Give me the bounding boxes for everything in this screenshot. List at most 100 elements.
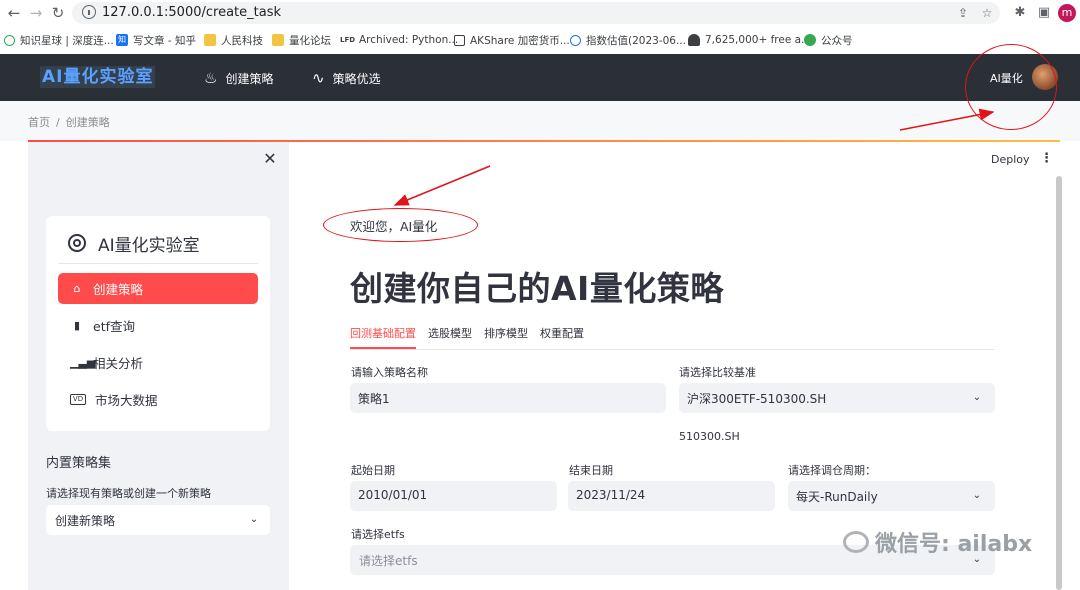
watermark-text: 微信号: ailabx <box>875 526 1032 558</box>
index-icon <box>570 35 581 46</box>
strategy-name-value: 策略1 <box>358 390 390 407</box>
more-options-icon[interactable]: ⋮ <box>1040 152 1048 165</box>
app-header: AI量化实验室 ♨ 创建策略 ∿ 策略优选 AI量化 <box>0 54 1080 101</box>
bookmark-label: AKShare 加密货币... <box>470 33 570 48</box>
benchmark-caption: 510300.SH <box>679 430 740 443</box>
tab-backtest-basic[interactable]: 回测基础配置 <box>350 325 416 341</box>
sidebar-item-market-data[interactable]: VD 市场大数据 <box>58 384 258 415</box>
rebalance-period-select[interactable]: 每天-RunDaily ⌄ <box>788 481 995 511</box>
book-icon: ▮ <box>70 319 84 332</box>
pulse-icon: ∿ <box>312 69 325 87</box>
zhihu-icon: 知 <box>116 34 128 46</box>
benchmark-select[interactable]: 沪深300ETF-510300.SH ⌄ <box>679 383 995 413</box>
bookmark-label: 知识星球 | 深度连... <box>20 33 114 48</box>
bookmark-item[interactable]: 知识星球 | 深度连... <box>4 31 114 49</box>
strategy-select[interactable]: 创建新策略 ⌄ <box>46 505 270 535</box>
bookmark-label: 量化论坛 <box>289 33 331 48</box>
folder-icon <box>204 34 216 46</box>
bookmark-item[interactable]: 量化论坛 <box>272 31 331 49</box>
breadcrumb-separator: / <box>56 116 60 129</box>
sidebar-item-create-strategy[interactable]: ⌂ 创建策略 <box>58 273 258 304</box>
strategy-select-value: 创建新策略 <box>55 512 115 529</box>
benchmark-value: 沪深300ETF-510300.SH <box>687 390 826 407</box>
akshare-icon <box>454 35 465 46</box>
bar-chart-icon: ▁▃▅ <box>70 356 84 369</box>
sidebar-item-label: 创建策略 <box>93 279 143 298</box>
start-date-input[interactable]: 2010/01/01 <box>350 481 557 511</box>
annotation-arrow-welcome <box>395 166 490 205</box>
nav-strategy-select[interactable]: ∿ 策略优选 <box>312 68 381 88</box>
strategy-select-label: 请选择现有策略或创建一个新策略 <box>46 485 211 501</box>
sidebar-item-etf-query[interactable]: ▮ etf查询 <box>58 310 258 341</box>
welcome-text: 欢迎您，AI量化 <box>350 216 437 235</box>
end-date-value: 2023/11/24 <box>576 488 645 502</box>
deploy-button[interactable]: Deploy <box>991 153 1030 166</box>
bookmark-label: 指数估值(2023-06... <box>586 33 686 48</box>
sidebar-menu-title: AI量化实验室 <box>68 232 200 254</box>
sidepanel-icon[interactable]: ▣ <box>1036 5 1052 21</box>
sidebar-item-correlation[interactable]: ▁▃▅ 相关分析 <box>58 347 258 378</box>
browser-address-bar: ← → ↻ 127.0.0.1:5000/create_task ⇪ ☆ ✱ ▣… <box>0 0 1080 26</box>
bookmark-label: 7,625,000+ free a... <box>705 34 811 46</box>
app-logo[interactable]: AI量化实验室 <box>40 66 155 88</box>
extensions-icon[interactable]: ✱ <box>1012 5 1028 21</box>
circle-green-icon <box>4 35 15 46</box>
benchmark-label: 请选择比较基准 <box>679 364 756 380</box>
url-field[interactable]: 127.0.0.1:5000/create_task ⇪ ☆ <box>72 2 1000 24</box>
bookmark-label: Archived: Python... <box>359 34 458 46</box>
sidebar-title-text: AI量化实验室 <box>98 231 200 256</box>
bookmark-label: 人民科技 <box>221 33 263 48</box>
page-title: 创建你自己的AI量化策略 <box>350 262 724 310</box>
reload-icon[interactable]: ↻ <box>48 3 68 23</box>
share-icon[interactable]: ⇪ <box>956 6 970 20</box>
bookmark-item[interactable]: 7,625,000+ free a... <box>688 31 811 49</box>
vd-icon: VD <box>70 394 86 405</box>
site-info-icon[interactable] <box>82 5 96 19</box>
rebalance-period-value: 每天-RunDaily <box>796 488 878 505</box>
nav-label: 策略优选 <box>333 70 381 87</box>
bookmark-item[interactable]: LFD Archived: Python... <box>340 31 458 49</box>
bookmark-label: 公众号 <box>821 33 853 48</box>
sidebar-item-label: 相关分析 <box>93 353 143 372</box>
target-icon <box>68 234 86 252</box>
bookmark-item[interactable]: 指数估值(2023-06... <box>570 31 686 49</box>
close-sidebar-icon[interactable]: ✕ <box>262 151 278 167</box>
wechat-icon <box>843 531 869 553</box>
breadcrumb-bar: 首页/创建策略 <box>0 101 1080 141</box>
bookmark-item[interactable]: 人民科技 <box>204 31 263 49</box>
strategy-name-label: 请输入策略名称 <box>351 364 428 380</box>
tab-sort-model[interactable]: 排序模型 <box>484 325 528 341</box>
active-tab-indicator <box>350 347 416 349</box>
profile-avatar[interactable]: m <box>1058 4 1076 22</box>
bookmark-item[interactable]: 知 写文章 - 知乎 <box>116 31 196 49</box>
back-icon[interactable]: ← <box>4 3 24 23</box>
bookmark-star-icon[interactable]: ☆ <box>980 6 994 20</box>
chevron-down-icon: ⌄ <box>972 491 982 501</box>
breadcrumb: 首页/创建策略 <box>28 114 110 130</box>
strategy-name-input[interactable]: 策略1 <box>350 383 666 413</box>
fire-icon: ♨ <box>204 69 217 87</box>
wechat-watermark: 微信号: ailabx <box>843 527 1032 557</box>
forward-icon[interactable]: → <box>26 3 46 23</box>
folder-icon <box>272 34 284 46</box>
user-avatar[interactable] <box>1032 64 1058 90</box>
end-date-input[interactable]: 2023/11/24 <box>568 481 775 511</box>
url-text: 127.0.0.1:5000/create_task <box>102 5 281 20</box>
menu-divider <box>58 263 258 264</box>
end-date-label: 结束日期 <box>569 462 613 478</box>
lfd-icon: LFD <box>340 34 354 46</box>
bookmark-item[interactable]: AKShare 加密货币... <box>454 31 570 49</box>
bookmark-item[interactable]: 公众号 <box>804 31 853 49</box>
main-scrollbar[interactable] <box>1056 176 1062 590</box>
tab-weight-config[interactable]: 权重配置 <box>540 325 584 341</box>
breadcrumb-home[interactable]: 首页 <box>28 116 50 129</box>
config-tabs: 回测基础配置 选股模型 排序模型 权重配置 <box>350 323 995 350</box>
user-name[interactable]: AI量化 <box>990 70 1023 86</box>
start-date-value: 2010/01/01 <box>358 488 427 502</box>
chevron-down-icon: ⌄ <box>972 393 982 403</box>
nav-create-strategy[interactable]: ♨ 创建策略 <box>204 68 273 88</box>
tab-stock-model[interactable]: 选股模型 <box>428 325 472 341</box>
chevron-down-icon: ⌄ <box>249 515 259 525</box>
home-icon: ⌂ <box>70 282 84 295</box>
rebalance-period-label: 请选择调仓周期： <box>788 462 876 478</box>
